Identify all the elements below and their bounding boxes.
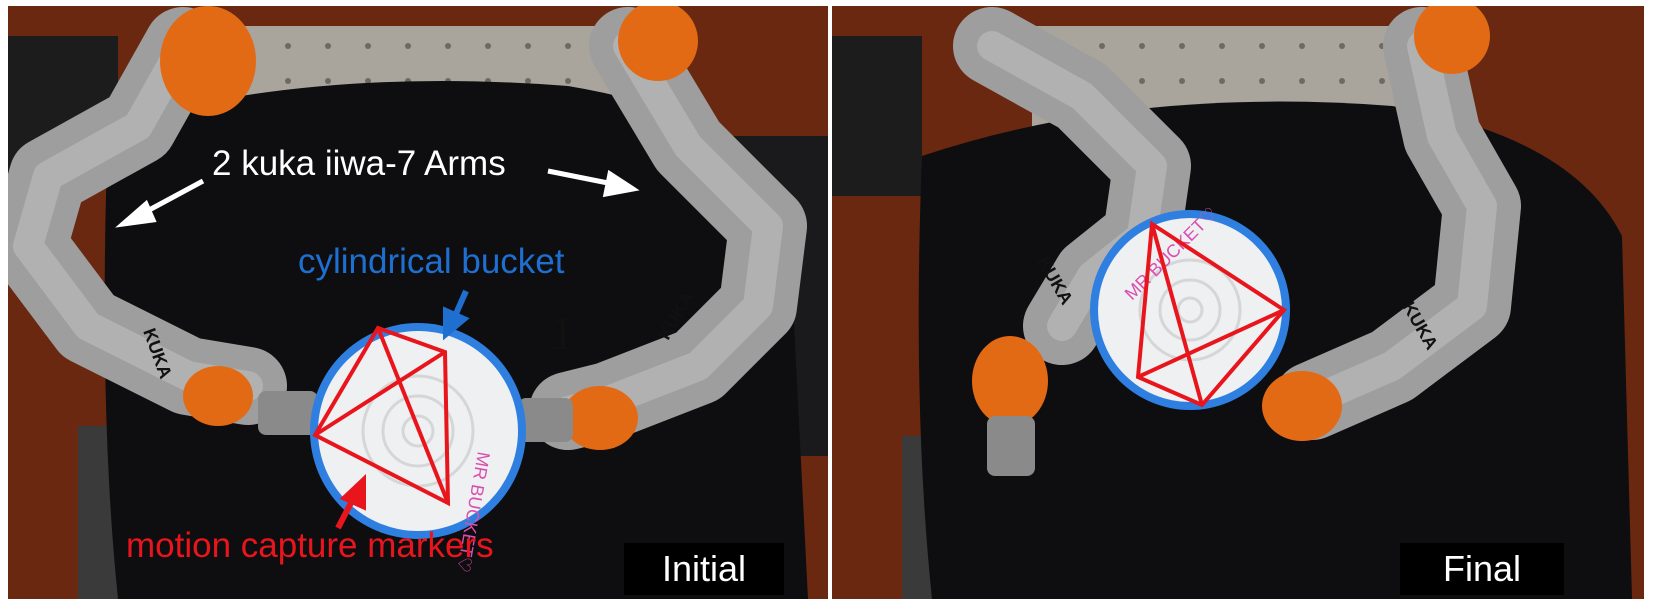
final-state-photo: KUKA KUKA MR BUCKET♡ Final bbox=[832, 6, 1644, 599]
initial-label: Initial bbox=[624, 543, 784, 595]
arms-annotation: 2 kuka iiwa-7 Arms bbox=[212, 144, 506, 183]
left-arm-joint-cap bbox=[160, 6, 256, 116]
left-end-effector bbox=[183, 366, 253, 426]
right-end-effector bbox=[1262, 371, 1342, 441]
markers-annotation: motion capture markers bbox=[126, 526, 494, 565]
final-label: Final bbox=[1400, 543, 1564, 595]
final-scene: KUKA KUKA MR BUCKET♡ bbox=[832, 6, 1644, 599]
equipment-box bbox=[832, 36, 922, 196]
initial-state-photo: KUKA KUKA MR BUCKET♡ 2 kuka iiwa-7 Arms … bbox=[8, 6, 828, 599]
stray-digit: 1 bbox=[550, 307, 574, 360]
initial-scene: KUKA KUKA MR BUCKET♡ bbox=[8, 6, 828, 599]
left-end-effector bbox=[972, 336, 1048, 426]
bucket-annotation: cylindrical bucket bbox=[298, 242, 565, 281]
right-end-effector bbox=[562, 386, 638, 450]
